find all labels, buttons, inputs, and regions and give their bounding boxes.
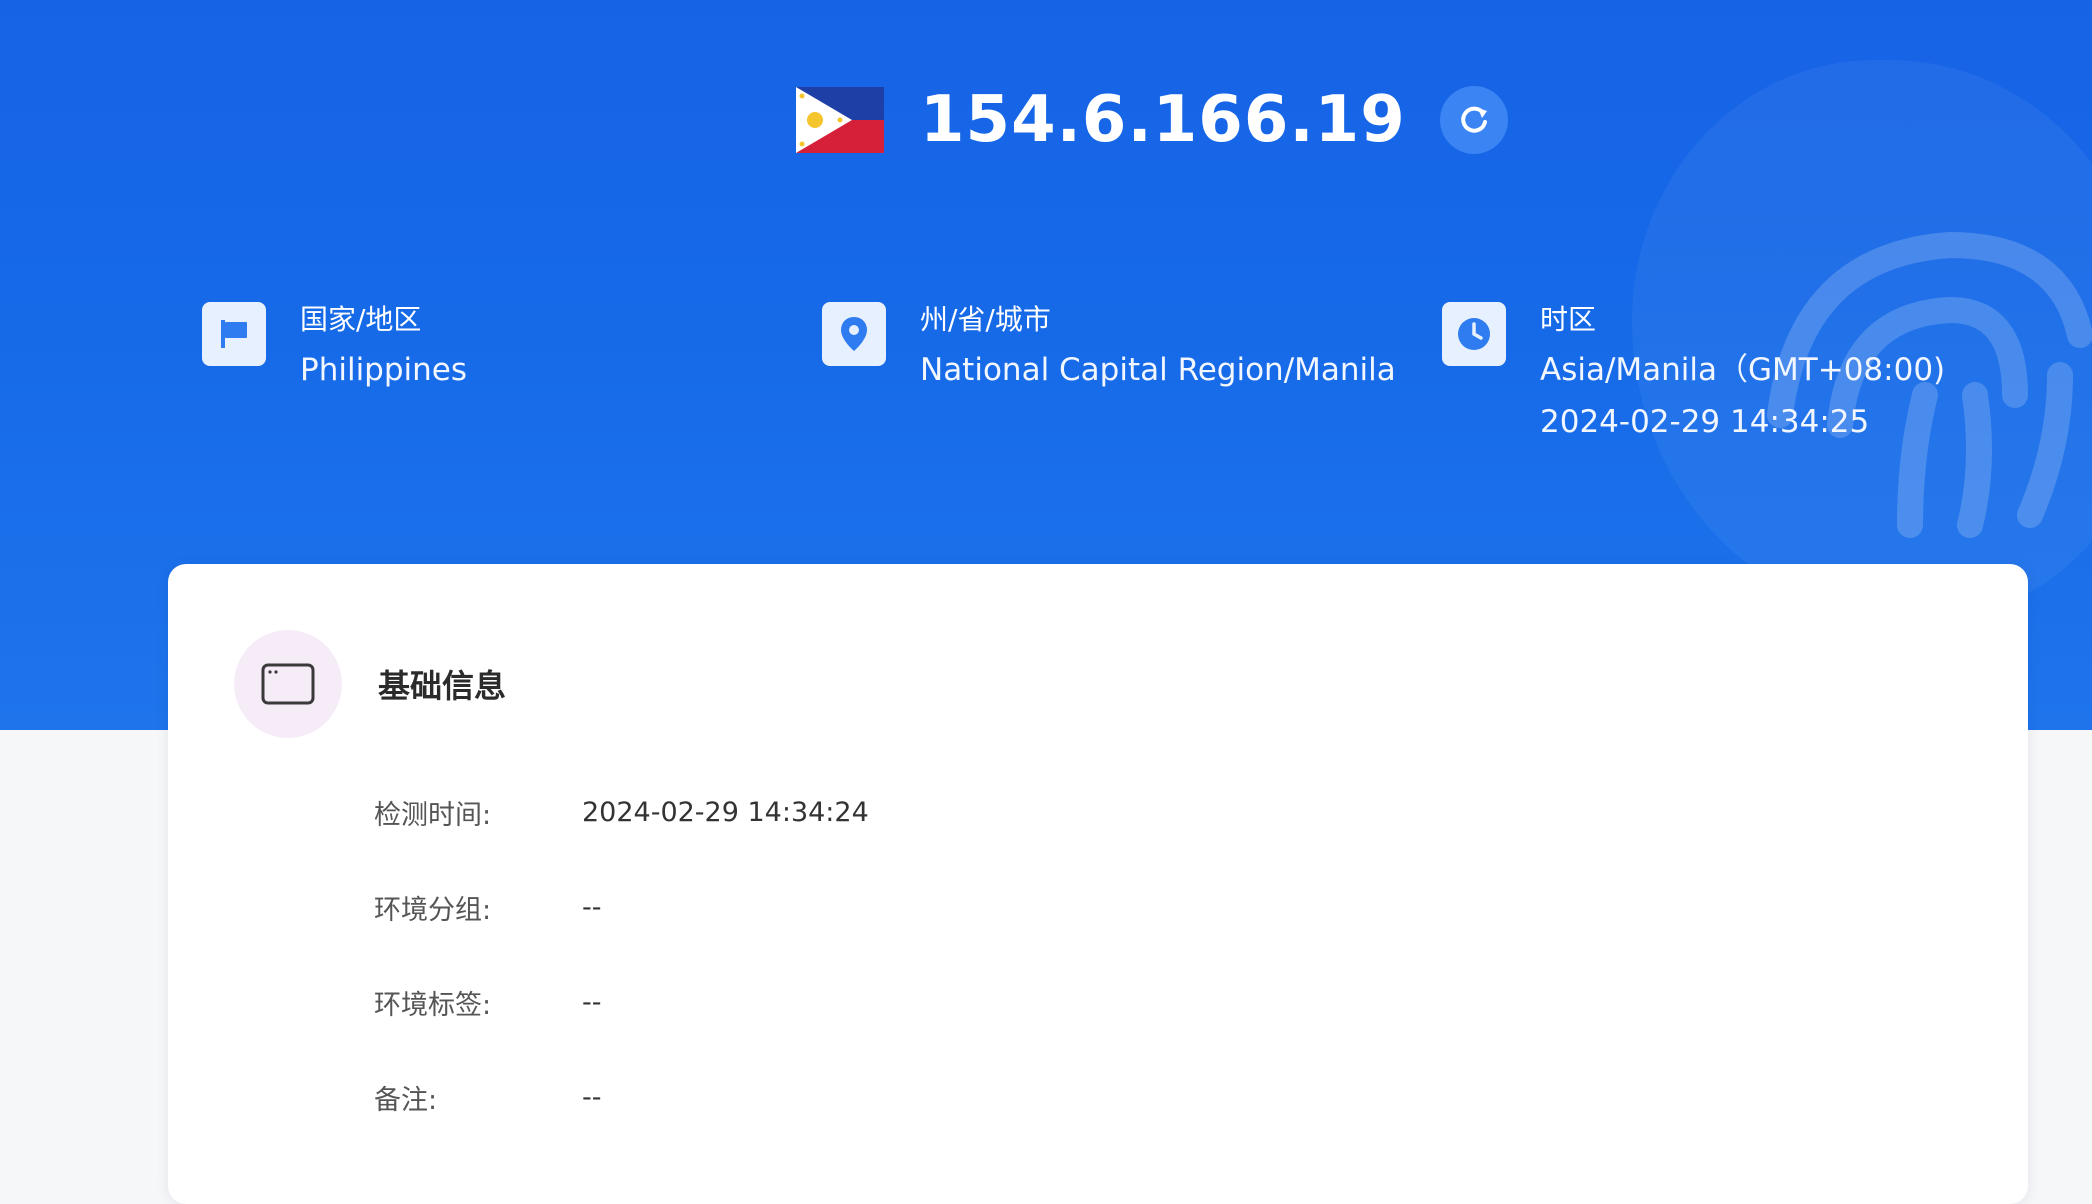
field-value: 2024-02-29 14:34:24 <box>582 796 869 828</box>
field-label: 环境标签: <box>374 989 492 1021</box>
field-label: 备注: <box>374 1084 438 1116</box>
region-value: National Capital Region/Manila <box>920 352 1396 388</box>
ip-address: 154.6.166.19 <box>920 83 1406 157</box>
basic-info-card: 基础信息 检测时间: 2024-02-29 14:34:24 环境分组: -- … <box>168 564 2028 1204</box>
region-label: 州/省/城市 <box>920 303 1051 336</box>
detection-time-row: 检测时间: 2024-02-29 14:34:24 <box>374 788 869 836</box>
field-value: -- <box>582 891 602 923</box>
field-label: 检测时间: <box>374 799 492 831</box>
location-pin-icon <box>822 302 886 366</box>
card-header: 基础信息 <box>234 630 506 738</box>
environment-group-row: 环境分组: -- <box>374 883 602 931</box>
country-label: 国家/地区 <box>300 303 422 336</box>
country-info: 国家/地区 Philippines <box>202 302 467 396</box>
field-label: 环境分组: <box>374 894 492 926</box>
timezone-label: 时区 <box>1540 303 1597 336</box>
card-title: 基础信息 <box>378 667 507 705</box>
timezone-info: 时区 Asia/Manila（GMT+08:00) 2024-02-29 14:… <box>1442 302 1945 448</box>
country-value: Philippines <box>300 352 468 388</box>
philippines-flag-icon <box>796 87 884 153</box>
region-info: 州/省/城市 National Capital Region/Manila <box>822 302 1396 396</box>
clock-icon <box>1442 302 1506 366</box>
timezone-value: Asia/Manila（GMT+08:00) <box>1540 352 1946 388</box>
local-time-value: 2024-02-29 14:34:25 <box>1540 404 1870 440</box>
refresh-button[interactable] <box>1439 86 1508 154</box>
field-value: -- <box>582 986 602 1018</box>
field-value: -- <box>582 1081 602 1113</box>
environment-tag-row: 环境标签: -- <box>374 978 602 1026</box>
browser-window-icon <box>234 630 342 738</box>
ip-address-row: 154.6.166.19 <box>796 84 1508 156</box>
refresh-icon <box>1460 106 1487 133</box>
flag-icon <box>202 302 266 366</box>
remark-row: 备注: -- <box>374 1073 602 1121</box>
